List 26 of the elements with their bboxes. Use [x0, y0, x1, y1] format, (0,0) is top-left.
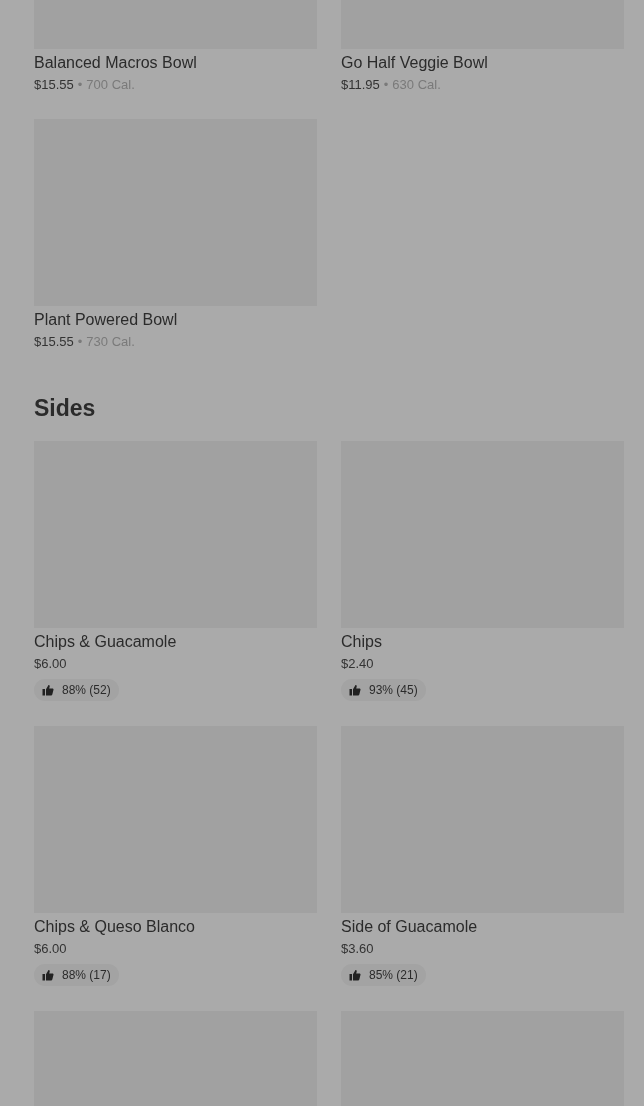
rating-text: 93% (45): [369, 683, 418, 697]
item-price: $6.00: [34, 655, 67, 673]
separator-dot: •: [383, 76, 389, 94]
item-price: $15.55: [34, 333, 74, 351]
rating-text: 85% (21): [369, 968, 418, 982]
item-name: Chips: [341, 632, 382, 652]
thumbs-up-icon: [42, 969, 54, 981]
item-name: Chips & Queso Blanco: [34, 917, 195, 937]
item-name: Go Half Veggie Bowl: [341, 53, 488, 73]
item-name: Side of Guacamole: [341, 917, 478, 937]
item-price: $3.60: [341, 940, 374, 958]
item-name: Plant Powered Bowl: [34, 310, 178, 330]
thumbs-up-icon: [349, 684, 361, 696]
thumbs-up-icon: [349, 969, 361, 981]
item-price: $2.40: [341, 655, 374, 673]
separator-dot: •: [77, 333, 83, 351]
item-price: $11.95: [341, 76, 380, 94]
item-name: Balanced Macros Bowl: [34, 53, 197, 73]
thumbs-up-icon: [42, 684, 54, 696]
separator-dot: •: [77, 76, 83, 94]
item-price: $6.00: [34, 940, 67, 958]
section-heading: Sides: [34, 394, 97, 423]
rating-text: 88% (52): [62, 683, 111, 697]
item-name: Chips & Guacamole: [34, 632, 177, 652]
rating-text: 88% (17): [62, 968, 111, 982]
item-price: $15.55: [34, 76, 74, 94]
